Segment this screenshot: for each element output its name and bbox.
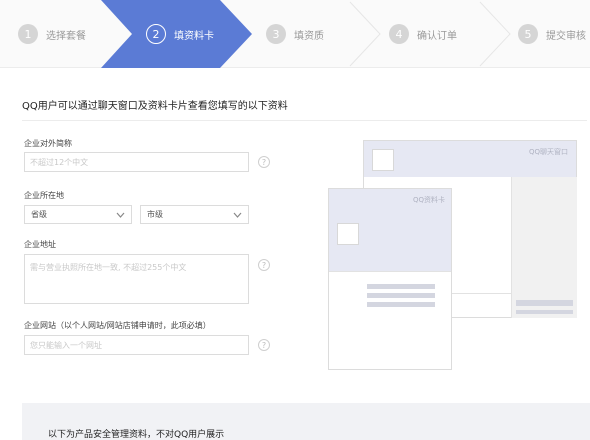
- step-label: 填资料卡: [174, 30, 214, 42]
- step-number: 5: [518, 24, 538, 44]
- step-number: 4: [389, 24, 409, 44]
- profile-card-title: QQ资料卡: [412, 196, 445, 204]
- step-progress: 1 选择套餐 2 填资料卡 3 填资质 4 确认订单 5 提交审核: [0, 0, 590, 68]
- placeholder-bar: [516, 310, 573, 314]
- company-name-label: 企业对外简称: [24, 139, 72, 148]
- city-select[interactable]: 市级: [140, 205, 249, 224]
- placeholder-bar: [367, 293, 435, 298]
- company-location-label: 企业所在地: [24, 191, 64, 200]
- chat-window-title: QQ聊天窗口: [528, 148, 568, 156]
- company-name-input[interactable]: 不超过12个中文: [24, 152, 249, 172]
- step-profile-card[interactable]: 2 填资料卡: [146, 0, 214, 68]
- step-label: 确认订单: [417, 30, 457, 42]
- placeholder-bar: [367, 302, 435, 307]
- company-address-label: 企业地址: [24, 240, 56, 249]
- province-select[interactable]: 省级: [24, 205, 132, 224]
- company-address-textarea[interactable]: 需与营业执照所在地一致, 不超过255个中文: [24, 254, 249, 304]
- step-number: 3: [266, 24, 286, 44]
- step-submit-review[interactable]: 5 提交审核: [518, 0, 586, 68]
- step-qualification[interactable]: 3 填资质: [266, 0, 324, 68]
- chat-window-sidebar: [511, 177, 577, 318]
- step-label: 填资质: [294, 30, 324, 42]
- profile-card-preview: QQ资料卡: [328, 188, 452, 370]
- avatar: [337, 223, 359, 245]
- avatar: [372, 149, 394, 171]
- chevron-down-icon: [232, 210, 242, 220]
- step-number: 1: [18, 24, 38, 44]
- help-icon[interactable]: ?: [258, 339, 270, 351]
- security-info-heading: 以下为产品安全管理资料，不对QQ用户展示: [48, 430, 225, 440]
- chevron-down-icon: [115, 210, 125, 220]
- company-website-input[interactable]: 您只能输入一个网址: [24, 335, 249, 355]
- step-select-package[interactable]: 1 选择套餐: [18, 0, 86, 68]
- step-number: 2: [146, 24, 166, 44]
- step-label: 选择套餐: [46, 30, 86, 42]
- help-icon[interactable]: ?: [258, 259, 270, 271]
- step-confirm-order[interactable]: 4 确认订单: [389, 0, 457, 68]
- city-select-value: 市级: [147, 210, 163, 219]
- help-icon[interactable]: ?: [258, 156, 270, 168]
- section-heading: QQ用户可以通过聊天窗口及资料卡片查看您填写的以下资料: [22, 101, 288, 112]
- profile-card-divider: [329, 271, 451, 272]
- placeholder-bar: [516, 300, 573, 306]
- placeholder-bar: [367, 284, 435, 289]
- divider: [22, 120, 587, 121]
- province-select-value: 省级: [31, 210, 47, 219]
- step-label: 提交审核: [546, 30, 586, 42]
- company-website-label: 企业网站（以个人网站/网站店铺申请时，此项必填）: [24, 321, 211, 330]
